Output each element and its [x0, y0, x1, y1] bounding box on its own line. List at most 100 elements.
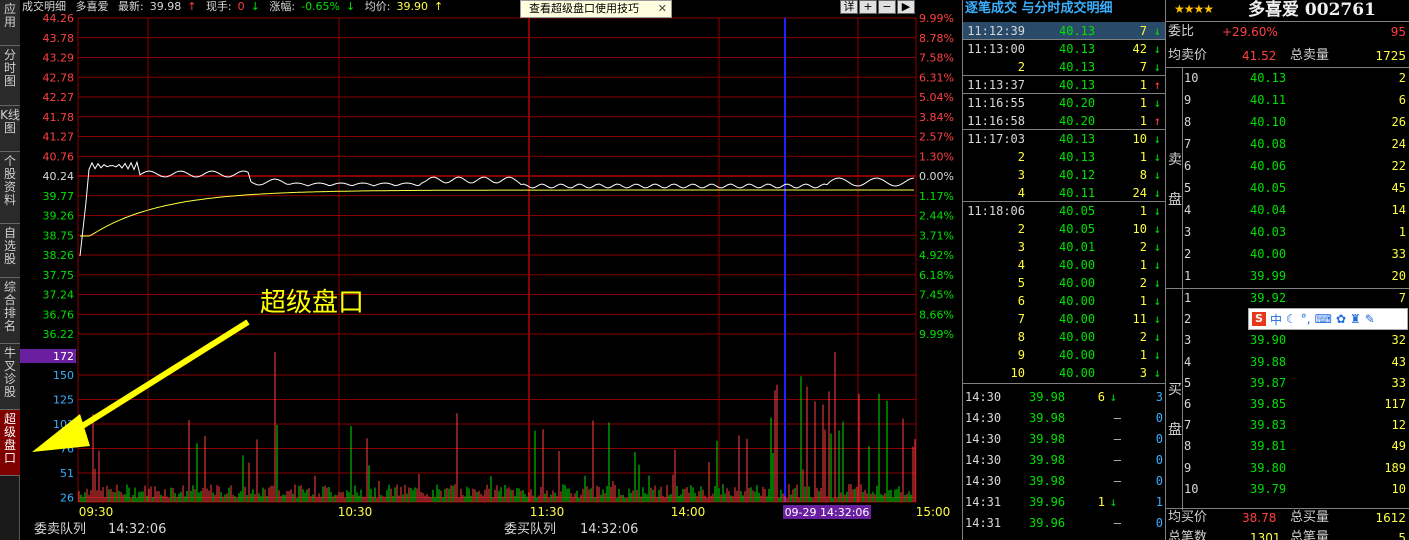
minute-row[interactable]: 14:31 39.96 1 ↓ 1	[963, 493, 1165, 511]
minute-row[interactable]: 14:30 39.98 – 0	[963, 472, 1165, 490]
price-tick: 40.76	[43, 150, 75, 163]
sell-level[interactable]: 10 40.13 2	[1166, 68, 1409, 88]
webi-row: 委比 +29.60% 95	[1166, 22, 1409, 42]
minute-row[interactable]: 14:30 39.98 – 0	[963, 409, 1165, 427]
trade-row[interactable]: 3 40.12 8 ↓	[963, 166, 1165, 184]
level-volume: 26	[1391, 115, 1406, 129]
buy-level[interactable]: 10 39.79 10	[1166, 479, 1409, 499]
webi-diff: 95	[1390, 25, 1406, 39]
keyboard-icon[interactable]: ⌨	[1315, 312, 1332, 326]
trade-time: 10	[1010, 366, 1025, 380]
buy-level[interactable]: 4 39.88 43	[1166, 352, 1409, 372]
sell-level[interactable]: 4 40.04 14	[1166, 200, 1409, 220]
trade-row[interactable]: 4 40.00 1 ↓	[963, 256, 1165, 274]
trade-row[interactable]: 7 40.00 11 ↓	[963, 310, 1165, 328]
level-number: 8	[1184, 439, 1192, 454]
shirt-icon[interactable]: ♜	[1350, 312, 1361, 326]
punctuation-icon[interactable]: °,	[1301, 312, 1311, 326]
trade-row[interactable]: 10 40.00 3 ↓	[963, 364, 1165, 382]
minute-row[interactable]: 14:30 39.98 – 0	[963, 451, 1165, 469]
avg-sell-value: 41.52	[1242, 49, 1277, 63]
average-price-line	[80, 189, 914, 237]
trade-row[interactable]: 11:16:58 40.20 1 ↑	[963, 112, 1165, 130]
buy-level[interactable]: 9 39.80 189	[1166, 458, 1409, 478]
price-tick: 37.75	[43, 269, 75, 282]
time-tick: 11:30	[530, 505, 565, 519]
down-arrow-icon: ↓	[1153, 294, 1161, 308]
trade-volume: 1	[1139, 114, 1147, 128]
detail-button[interactable]: 详	[840, 0, 858, 14]
percent-tick: 3.71%	[919, 229, 954, 242]
sell-queue-label[interactable]: 委卖队列	[34, 520, 86, 540]
trade-row[interactable]: 6 40.00 1 ↓	[963, 292, 1165, 310]
trade-row[interactable]: 11:17:03 40.13 10 ↓	[963, 130, 1165, 148]
minute-count: 0	[1155, 453, 1163, 467]
sell-level[interactable]: 9 40.11 6	[1166, 90, 1409, 110]
sell-level[interactable]: 8 40.10 26	[1166, 112, 1409, 132]
trade-row[interactable]: 5 40.00 2 ↓	[963, 274, 1165, 292]
next-button[interactable]: ▶	[897, 0, 915, 14]
skin-icon[interactable]: ✿	[1336, 312, 1346, 326]
sell-level[interactable]: 7 40.08 24	[1166, 134, 1409, 154]
trade-row[interactable]: 11:16:55 40.20 1 ↓	[963, 94, 1165, 112]
sell-level[interactable]: 5 40.05 45	[1166, 178, 1409, 198]
trade-row[interactable]: 11:18:06 40.05 1 ↓	[963, 202, 1165, 220]
intraday-chart[interactable]: 44.26 9.99%43.78 8.78%43.29 7.58%42.78 6.31%…	[0, 0, 962, 540]
sell-level[interactable]: 1 39.99 20	[1166, 266, 1409, 286]
up-arrow-icon: ↑	[1153, 114, 1161, 128]
tools-icon[interactable]: ✎	[1365, 312, 1375, 326]
minute-volume: 6	[1097, 390, 1105, 404]
buy-level[interactable]: 5 39.87 33	[1166, 373, 1409, 393]
ime-lang[interactable]: 中	[1270, 311, 1282, 328]
zoom-in-button[interactable]: +	[859, 0, 877, 14]
buy-level[interactable]: 3 39.90 32	[1166, 330, 1409, 350]
minute-time: 14:30	[965, 390, 1002, 404]
moon-icon[interactable]: ☾	[1286, 312, 1297, 326]
level-volume: 1	[1398, 225, 1406, 239]
trade-row[interactable]: 2 40.13 1 ↓	[963, 148, 1165, 166]
trade-price: 40.11	[1059, 186, 1096, 200]
buy-level[interactable]: 1 39.92 7	[1166, 288, 1409, 308]
trade-row[interactable]: 9 40.00 1 ↓	[963, 346, 1165, 364]
sell-level[interactable]: 3 40.03 1	[1166, 222, 1409, 242]
level-volume: 33	[1391, 375, 1406, 390]
trade-panel-title[interactable]: 逐笔成交 与分时成交明细	[965, 0, 1113, 18]
total-count-value: 1301	[1250, 531, 1281, 540]
percent-tick: 6.31%	[919, 71, 954, 84]
trade-row[interactable]: 11:12:39 40.13 7 ↓	[963, 22, 1165, 40]
zoom-out-button[interactable]: −	[878, 0, 896, 14]
trade-row[interactable]: 3 40.01 2 ↓	[963, 238, 1165, 256]
minute-row[interactable]: 14:30 39.98 6 ↓ 3	[963, 388, 1165, 406]
percent-tick: 1.17%	[919, 190, 954, 203]
trade-row[interactable]: 11:13:37 40.13 1 ↑	[963, 76, 1165, 94]
close-icon[interactable]: ✕	[658, 1, 667, 17]
buy-level[interactable]: 7 39.83 12	[1166, 415, 1409, 435]
buy-level[interactable]: 6 39.85 117	[1166, 394, 1409, 414]
trade-time: 11:16:55	[967, 96, 1025, 110]
percent-tick: 7.58%	[919, 52, 954, 65]
trade-row[interactable]: 4 40.11 24 ↓	[963, 184, 1165, 202]
avg-label: 均价:	[364, 0, 391, 13]
percent-tick: 7.45%	[919, 289, 954, 302]
sell-level[interactable]: 6 40.06 22	[1166, 156, 1409, 176]
trade-row[interactable]: 2 40.05 10 ↓	[963, 220, 1165, 238]
minute-row[interactable]: 14:30 39.98 – 0	[963, 430, 1165, 448]
level-volume: 49	[1391, 439, 1406, 454]
trade-row[interactable]: 11:13:00 40.13 42 ↓	[963, 40, 1165, 58]
level-number: 7	[1184, 418, 1192, 433]
ime-toolbar[interactable]: S 中 ☾ °, ⌨ ✿ ♜ ✎	[1248, 308, 1408, 330]
usage-tip-banner[interactable]: 查看超级盘口使用技巧 ✕	[520, 0, 672, 18]
down-arrow-icon: ↓	[1109, 390, 1117, 404]
trade-row[interactable]: 2 40.13 7 ↓	[963, 58, 1165, 76]
level-number: 2	[1184, 247, 1192, 261]
buy-level[interactable]: 8 39.81 49	[1166, 436, 1409, 456]
percent-tick: 2.44%	[919, 210, 954, 223]
price-tick: 38.26	[43, 249, 75, 262]
down-arrow-icon: ↓	[1153, 132, 1161, 146]
buy-queue-label[interactable]: 委买队列	[504, 520, 556, 540]
sell-level[interactable]: 2 40.00 33	[1166, 244, 1409, 264]
trade-row[interactable]: 8 40.00 2 ↓	[963, 328, 1165, 346]
volume-tick: 51	[60, 467, 74, 480]
minute-row[interactable]: 14:31 39.96 – 0	[963, 514, 1165, 532]
trade-volume: 11	[1132, 312, 1147, 326]
